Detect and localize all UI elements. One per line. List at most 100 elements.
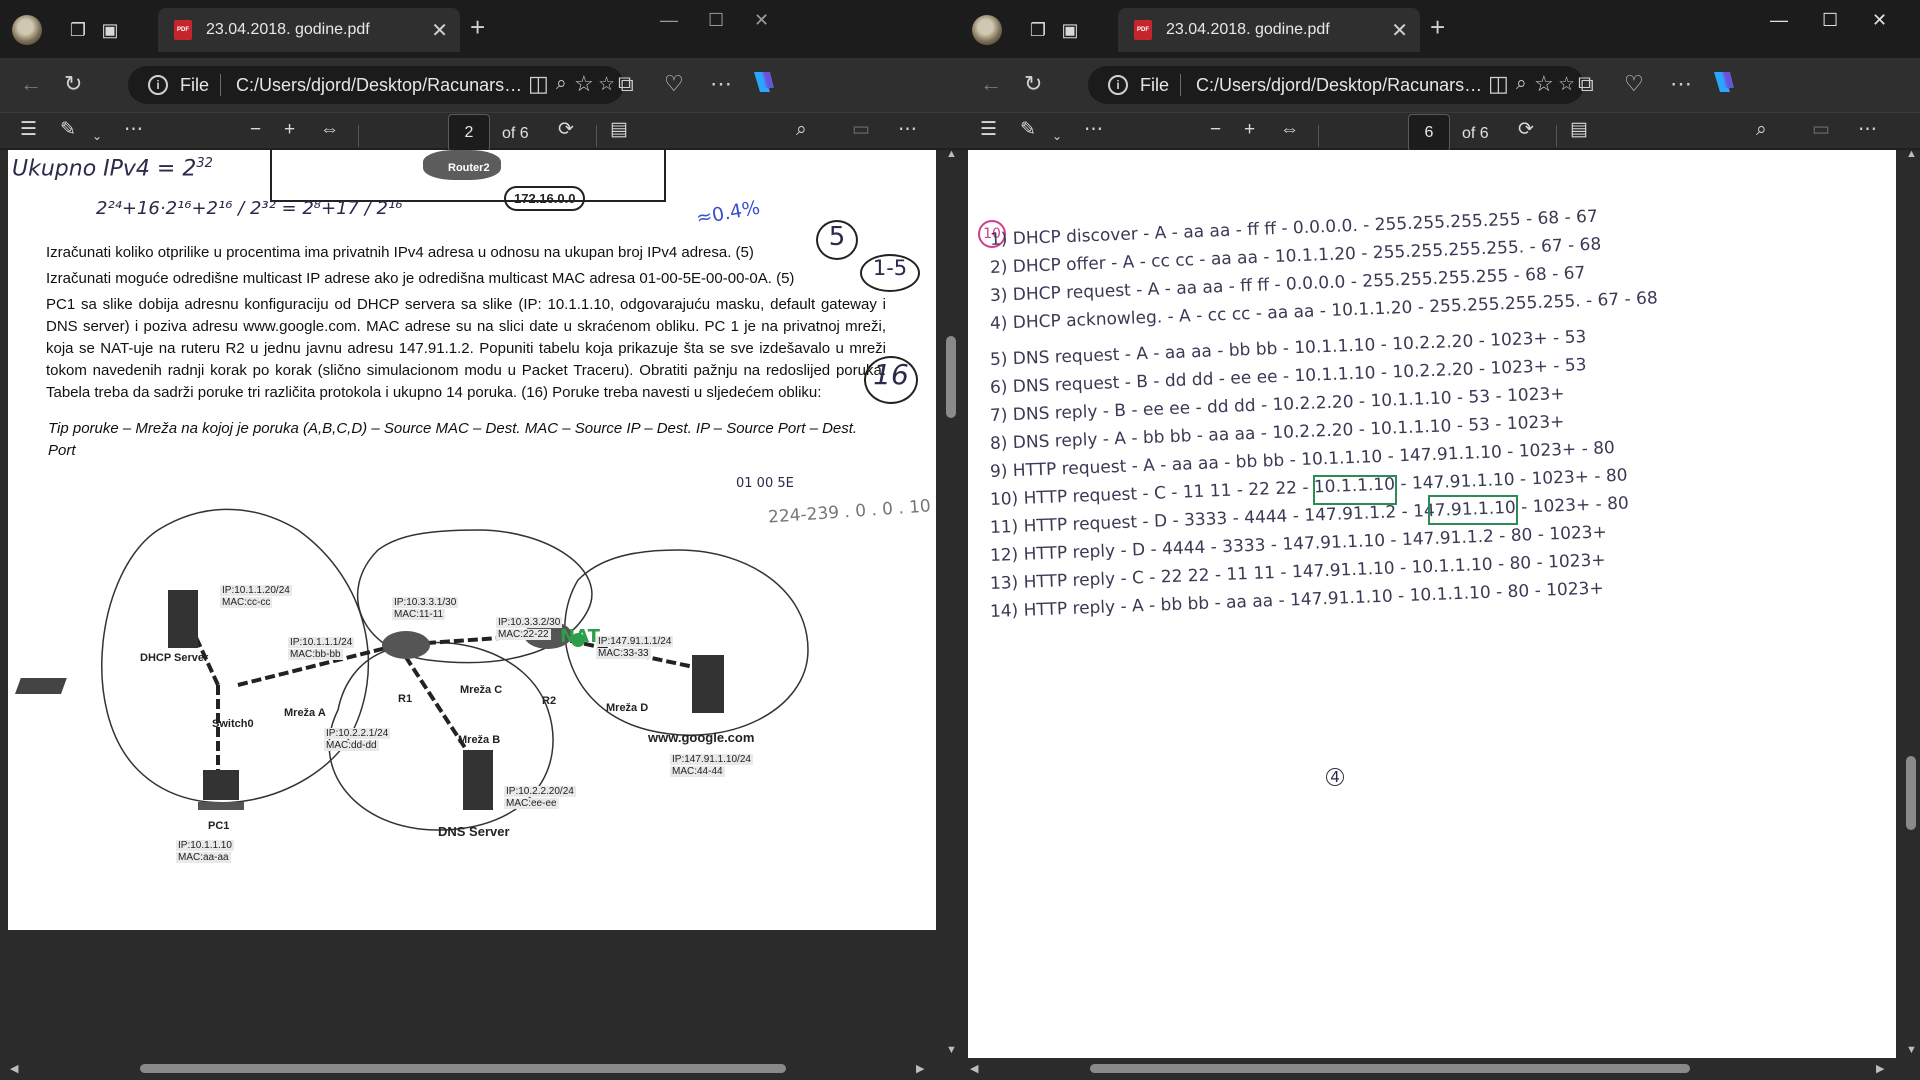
- more-options-icon[interactable]: ⋯: [1858, 117, 1877, 143]
- tab-actions-icon[interactable]: ▣: [1058, 18, 1082, 42]
- scroll-right-icon[interactable]: ▶: [1876, 1062, 1884, 1075]
- browser-essentials-icon[interactable]: ♡: [664, 70, 684, 98]
- collections-icon[interactable]: ⧉: [1578, 70, 1594, 98]
- tab-strip: ❐ ▣ PDF 23.04.2018. godine.pdf ✕ + — ☐ ✕: [0, 0, 960, 58]
- tab-pdf-document[interactable]: PDF 23.04.2018. godine.pdf ✕: [1118, 8, 1420, 52]
- close-tab-icon[interactable]: ✕: [431, 18, 448, 43]
- refresh-button[interactable]: ↻: [1024, 70, 1042, 98]
- pdf-toolbar: ☰ ✎ ⌄ ⋯ − + ⇔ 2 of 6 ⟳ ▤ ⌕ ▭ ⋯: [0, 112, 960, 152]
- scroll-right-icon[interactable]: ▶: [916, 1062, 924, 1075]
- address-url[interactable]: C:/Users/djord/Desktop/Racunarsk...: [236, 75, 526, 96]
- zoom-in-button[interactable]: +: [1244, 117, 1255, 143]
- profile-avatar[interactable]: [972, 15, 1002, 45]
- horizontal-scroll-thumb[interactable]: [1090, 1064, 1690, 1073]
- scroll-left-icon[interactable]: ◀: [10, 1062, 18, 1075]
- vertical-scroll-thumb[interactable]: [1906, 756, 1916, 830]
- vertical-scroll-thumb[interactable]: [946, 336, 956, 418]
- contents-icon[interactable]: ☰: [20, 117, 37, 143]
- scroll-down-icon[interactable]: ▼: [1906, 1044, 1917, 1056]
- network-d-label: Mreža D: [606, 702, 649, 714]
- address-scheme: File: [180, 75, 210, 95]
- save-icon[interactable]: ▭: [1812, 117, 1830, 143]
- more-tools-icon[interactable]: ⋯: [124, 117, 143, 143]
- vertical-scrollbar[interactable]: ▲ ▼: [1902, 150, 1920, 1058]
- new-tab-button[interactable]: +: [1430, 14, 1445, 40]
- search-icon[interactable]: ⌕: [796, 117, 807, 143]
- scroll-up-icon[interactable]: ▲: [1906, 150, 1917, 160]
- close-window-button[interactable]: ✕: [1872, 10, 1887, 31]
- browser-essentials-icon[interactable]: ♡: [1624, 70, 1644, 98]
- zoom-out-button[interactable]: −: [1210, 117, 1221, 143]
- close-window-button[interactable]: ✕: [754, 10, 769, 31]
- router-r2-label: R2: [542, 695, 557, 707]
- info-icon[interactable]: i: [148, 75, 168, 95]
- refresh-button[interactable]: ↻: [64, 70, 82, 98]
- split-screen-icon[interactable]: ◫: [1488, 70, 1509, 98]
- chevron-down-icon[interactable]: ⌄: [92, 123, 102, 149]
- zoom-out-button[interactable]: −: [250, 117, 261, 143]
- page-number-input[interactable]: 6: [1408, 114, 1450, 152]
- dns-mac: MAC:ee-ee: [504, 798, 559, 809]
- more-menu-icon[interactable]: ⋯: [710, 70, 732, 98]
- dhcp-server-label: DHCP Server: [140, 652, 209, 664]
- maximize-button[interactable]: ☐: [708, 10, 724, 31]
- close-tab-icon[interactable]: ✕: [1391, 18, 1408, 43]
- workspaces-icon[interactable]: ❐: [66, 18, 90, 42]
- favorites-icon[interactable]: ☆: [1534, 70, 1554, 98]
- page-number-input[interactable]: 2: [448, 114, 490, 152]
- copilot-icon[interactable]: [1708, 68, 1736, 103]
- horizontal-scroll-thumb[interactable]: [140, 1064, 786, 1073]
- tab-pdf-document[interactable]: PDF 23.04.2018. godine.pdf ✕: [158, 8, 460, 52]
- zoom-icon[interactable]: ⌕: [1516, 73, 1527, 95]
- minimize-button[interactable]: —: [660, 10, 678, 31]
- more-menu-icon[interactable]: ⋯: [1670, 70, 1692, 98]
- horizontal-scrollbar[interactable]: ◀ ▶: [960, 1058, 1920, 1080]
- new-tab-button[interactable]: +: [470, 14, 485, 40]
- page-view-icon[interactable]: ▤: [610, 117, 628, 143]
- zoom-in-button[interactable]: +: [284, 117, 295, 143]
- split-screen-icon[interactable]: ◫: [528, 70, 549, 98]
- dns-ip: IP:10.2.2.20/24: [504, 786, 576, 797]
- favorites-icon[interactable]: ☆: [574, 70, 594, 98]
- workspaces-icon[interactable]: ❐: [1026, 18, 1050, 42]
- address-bar[interactable]: i File C:/Users/djord/Desktop/Racunarsk.…: [128, 66, 624, 104]
- fit-page-icon[interactable]: ⇔: [320, 117, 339, 143]
- zoom-icon[interactable]: ⌕: [556, 73, 567, 95]
- profile-avatar[interactable]: [12, 15, 42, 45]
- pdf-viewport[interactable]: Router2 172.16.0.0 Ukupno IPv4 = 232 2²⁴…: [0, 150, 960, 1058]
- rotate-icon[interactable]: ⟳: [558, 117, 574, 143]
- scroll-left-icon[interactable]: ◀: [970, 1062, 978, 1075]
- more-tools-icon[interactable]: ⋯: [1084, 117, 1103, 143]
- fit-page-icon[interactable]: ⇔: [1280, 117, 1299, 143]
- pdf-viewport[interactable]: 10 1) DHCP discover - A - aa aa - ff ff …: [960, 150, 1920, 1058]
- collections-icon[interactable]: ⧉: [618, 70, 634, 98]
- address-url[interactable]: C:/Users/djord/Desktop/Racunarsk...: [1196, 75, 1486, 96]
- address-bar[interactable]: i File C:/Users/djord/Desktop/Racunarsk.…: [1088, 66, 1584, 104]
- save-icon[interactable]: ▭: [852, 117, 870, 143]
- favorite-star-icon[interactable]: ☆: [598, 73, 615, 96]
- copilot-icon[interactable]: [748, 68, 776, 103]
- network-c-label: Mreža C: [460, 684, 503, 696]
- minimize-button[interactable]: —: [1770, 10, 1788, 31]
- address-divider: [1180, 74, 1181, 96]
- more-options-icon[interactable]: ⋯: [898, 117, 917, 143]
- page-view-icon[interactable]: ▤: [1570, 117, 1588, 143]
- rotate-icon[interactable]: ⟳: [1518, 117, 1534, 143]
- favorite-star-icon[interactable]: ☆: [1558, 73, 1575, 96]
- draw-icon[interactable]: ✎: [1020, 117, 1036, 143]
- back-button[interactable]: ←: [980, 70, 1002, 98]
- maximize-button[interactable]: ☐: [1822, 10, 1838, 31]
- vertical-scrollbar[interactable]: ▲ ▼: [942, 150, 960, 1058]
- browser-window-left: ❐ ▣ PDF 23.04.2018. godine.pdf ✕ + — ☐ ✕…: [0, 0, 960, 1080]
- back-button[interactable]: ←: [20, 70, 42, 98]
- chevron-down-icon[interactable]: ⌄: [1052, 123, 1062, 149]
- tab-actions-icon[interactable]: ▣: [98, 18, 122, 42]
- scroll-down-icon[interactable]: ▼: [946, 1044, 957, 1056]
- draw-icon[interactable]: ✎: [60, 117, 76, 143]
- info-icon[interactable]: i: [1108, 75, 1128, 95]
- horizontal-scrollbar[interactable]: ◀ ▶: [0, 1058, 960, 1080]
- scroll-up-icon[interactable]: ▲: [946, 150, 957, 160]
- google-ip: IP:147.91.1.10/24: [670, 754, 753, 765]
- search-icon[interactable]: ⌕: [1756, 117, 1767, 143]
- contents-icon[interactable]: ☰: [980, 117, 997, 143]
